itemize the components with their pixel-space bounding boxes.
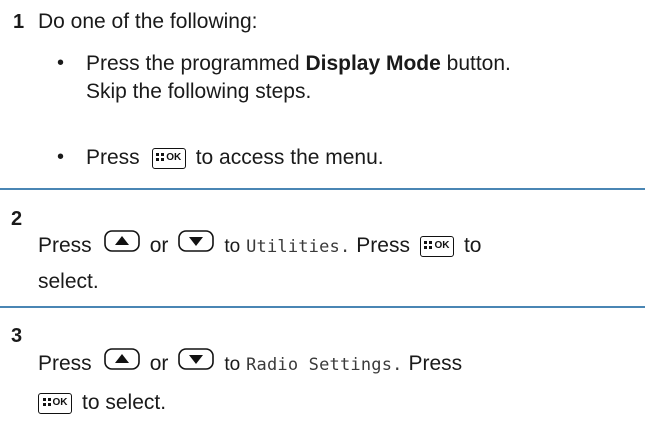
- step-divider: [0, 306, 645, 308]
- press-label: Press: [38, 352, 92, 375]
- option-text-post: to access the menu.: [195, 146, 384, 169]
- press-label: Press: [356, 234, 410, 257]
- option-text-line2: Skip the following steps.: [86, 80, 312, 103]
- option-text: Press the programmed Display Mode button…: [86, 52, 511, 76]
- press-label: Press: [86, 146, 140, 169]
- option-text-post: button.: [440, 52, 511, 75]
- bullet: •: [57, 146, 65, 168]
- press-label: Press: [38, 234, 92, 257]
- menu-item-utilities: Utilities.: [246, 237, 351, 257]
- ok-key-label: OK: [52, 396, 68, 408]
- option-text-pre: Press the programmed: [86, 52, 306, 75]
- ok-key-label: OK: [166, 151, 182, 163]
- display-mode-label: Display Mode: [305, 52, 441, 75]
- step-number: 1: [13, 11, 25, 33]
- press-label: Press: [408, 352, 463, 375]
- menu-ok-key-icon: OK: [419, 235, 454, 257]
- step-number: 3: [11, 325, 23, 347]
- to-select-label: to select.: [82, 391, 167, 414]
- or-label: or: [149, 352, 169, 375]
- to-label: to: [463, 234, 482, 257]
- menu-ok-key-icon: OK: [151, 147, 186, 169]
- option-text: Press OK to access the menu.: [86, 140, 384, 176]
- step-text: Do one of the following:: [38, 10, 258, 33]
- to-label: to: [224, 354, 241, 375]
- bullet: •: [57, 52, 65, 74]
- step-text-line2: select.: [38, 270, 99, 293]
- or-label: or: [149, 234, 169, 257]
- menu-item-radio-settings: Radio Settings.: [246, 355, 403, 375]
- down-arrow-key-icon: [178, 346, 215, 382]
- to-label: to: [224, 236, 241, 257]
- step-text: Press or to Radio Settings. Press: [38, 346, 462, 383]
- step-text: Press or to Utilities. Press OK to: [38, 228, 481, 265]
- step-number: 2: [11, 208, 23, 230]
- up-arrow-key-icon: [103, 346, 140, 382]
- ok-key-label: OK: [434, 239, 450, 251]
- up-arrow-key-icon: [103, 228, 140, 264]
- menu-ok-key-icon: OK: [38, 392, 72, 414]
- step-text-line2: OK to select.: [38, 388, 166, 418]
- step-divider: [0, 188, 645, 190]
- down-arrow-key-icon: [178, 228, 215, 264]
